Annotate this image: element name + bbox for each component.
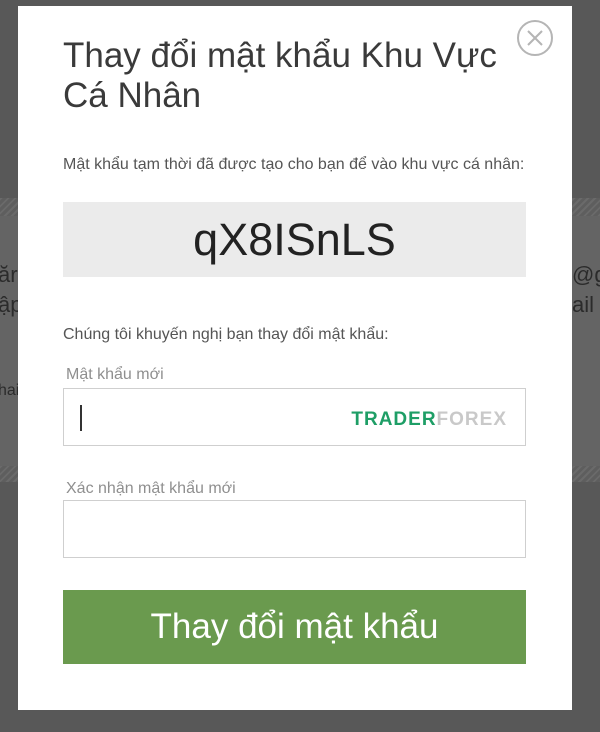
temp-password-display: qX8ISnLS [63,202,526,277]
background-text-fragment: ail [572,292,595,317]
close-button[interactable] [517,20,553,56]
change-password-modal: Thay đổi mật khẩu Khu Vực Cá Nhân Mật kh… [18,6,572,710]
modal-title: Thay đổi mật khẩu Khu Vực Cá Nhân [63,36,497,115]
new-password-label: Mật khẩu mới [66,366,164,383]
traderforex-watermark: TRADERFOREX [351,409,507,430]
text-cursor [80,405,82,431]
close-icon [527,30,543,46]
change-password-button[interactable]: Thay đổi mật khẩu [63,590,526,664]
recommend-text: Chúng tôi khuyến nghị bạn thay đổi mật k… [63,326,389,343]
temp-password-info: Mật khẩu tạm thời đã được tạo cho bạn để… [63,156,525,173]
new-password-field[interactable]: TRADERFOREX [63,388,526,446]
background-text-fragment: @g [572,262,600,287]
background-text-fragment: hai [0,382,20,399]
confirm-password-label: Xác nhận mật khẩu mới [66,480,236,497]
confirm-password-field[interactable] [63,500,526,558]
background-text-fragment: ăr [0,262,18,287]
